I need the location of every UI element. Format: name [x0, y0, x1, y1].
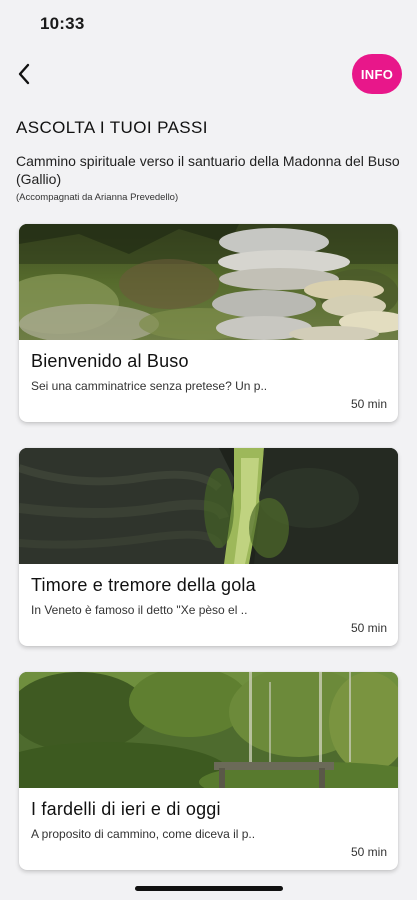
page-note: (Accompagnati da Arianna Prevedello): [16, 192, 179, 203]
track-image-gorge: [19, 448, 398, 564]
track-card[interactable]: Timore e tremore della gola In Veneto è …: [19, 448, 398, 646]
page-title: ASCOLTA I TUOI PASSI: [16, 118, 208, 137]
track-card[interactable]: I fardelli di ieri e di oggi A proposito…: [19, 672, 398, 870]
track-description: Sei una camminatrice senza pretese? Un p…: [31, 379, 268, 393]
track-duration: 50 min: [350, 621, 387, 635]
track-title: I fardelli di ieri e di oggi: [31, 799, 221, 819]
track-description: In Veneto è famoso il detto "Xe pèso el …: [31, 603, 248, 617]
track-title: Bienvenido al Buso: [31, 351, 189, 371]
track-duration: 50 min: [350, 845, 387, 859]
track-image-stone-cairn: [19, 224, 398, 340]
back-button[interactable]: [12, 60, 36, 88]
header: ASCOLTA I TUOI PASSI Cammino spirituale …: [16, 118, 401, 203]
page-subtitle: Cammino spirituale verso il santuario de…: [16, 153, 400, 187]
info-button[interactable]: INFO: [352, 54, 402, 94]
nav-bar: INFO: [0, 50, 417, 100]
chevron-left-icon: [18, 63, 30, 85]
track-description: A proposito di cammino, come diceva il p…: [31, 827, 256, 841]
track-card[interactable]: Bienvenido al Buso Sei una camminatrice …: [19, 224, 398, 422]
track-image-forest-bench: [19, 672, 398, 788]
status-time: 10:33: [40, 14, 85, 33]
track-duration: 50 min: [350, 397, 387, 411]
track-title: Timore e tremore della gola: [31, 575, 256, 595]
home-indicator[interactable]: [135, 886, 283, 891]
status-bar: 10:33: [0, 0, 417, 44]
